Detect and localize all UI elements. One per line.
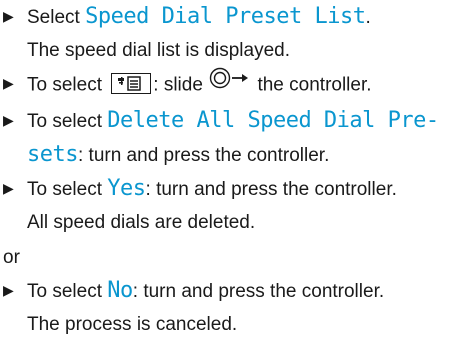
bullet-icon: ▶	[3, 112, 14, 128]
step-result: The process is canceled.	[27, 314, 238, 335]
menu-item-no: No	[107, 278, 133, 303]
step-select-yes: ▶ To select Yes: turn and press the cont…	[3, 172, 460, 239]
step-select-delete-all: ▶ To select Delete All Speed Dial Pre- s…	[3, 104, 460, 172]
step-text-middle: : slide	[153, 74, 209, 96]
step-select-list-icon: ▶ To select : slide the controller.	[3, 67, 460, 104]
phonebook-list-icon	[111, 73, 152, 94]
menu-item-delete-all-presets: Delete All Speed Dial Pre-	[107, 108, 439, 133]
step-result: All speed dials are deleted.	[27, 212, 256, 233]
step-result: The speed dial list is displayed.	[27, 40, 290, 61]
step-select-no: ▶ To select No: turn and press the contr…	[3, 274, 460, 341]
controller-slide-right-icon	[209, 67, 251, 100]
step-text-suffix: : turn and press the controller.	[77, 145, 330, 166]
menu-item-yes: Yes	[107, 176, 146, 201]
step-select-speed-dial-list: ▶ Select Speed Dial Preset List. The spe…	[3, 0, 460, 67]
bullet-icon: ▶	[3, 75, 14, 91]
instruction-document: ▶ Select Speed Dial Preset List. The spe…	[0, 0, 464, 341]
bullet-icon: ▶	[3, 180, 14, 196]
step-text-prefix: To select	[27, 281, 108, 302]
step-text-suffix: .	[365, 7, 371, 28]
step-text-prefix: To select	[27, 111, 108, 132]
step-text-suffix: : turn and press the controller.	[132, 281, 385, 302]
step-text-prefix: Select	[27, 7, 86, 28]
step-text-suffix: : turn and press the controller.	[145, 179, 397, 200]
menu-item-speed-dial-preset-list: Speed Dial Preset List	[85, 4, 366, 29]
menu-item-delete-all-presets-cont: sets	[27, 142, 78, 167]
step-text-suffix: the controller.	[252, 74, 372, 96]
step-text-prefix: To select	[27, 74, 108, 96]
bullet-icon: ▶	[3, 8, 14, 24]
or-separator: or	[3, 247, 20, 268]
bullet-icon: ▶	[3, 282, 14, 298]
step-text-prefix: To select	[27, 179, 108, 200]
